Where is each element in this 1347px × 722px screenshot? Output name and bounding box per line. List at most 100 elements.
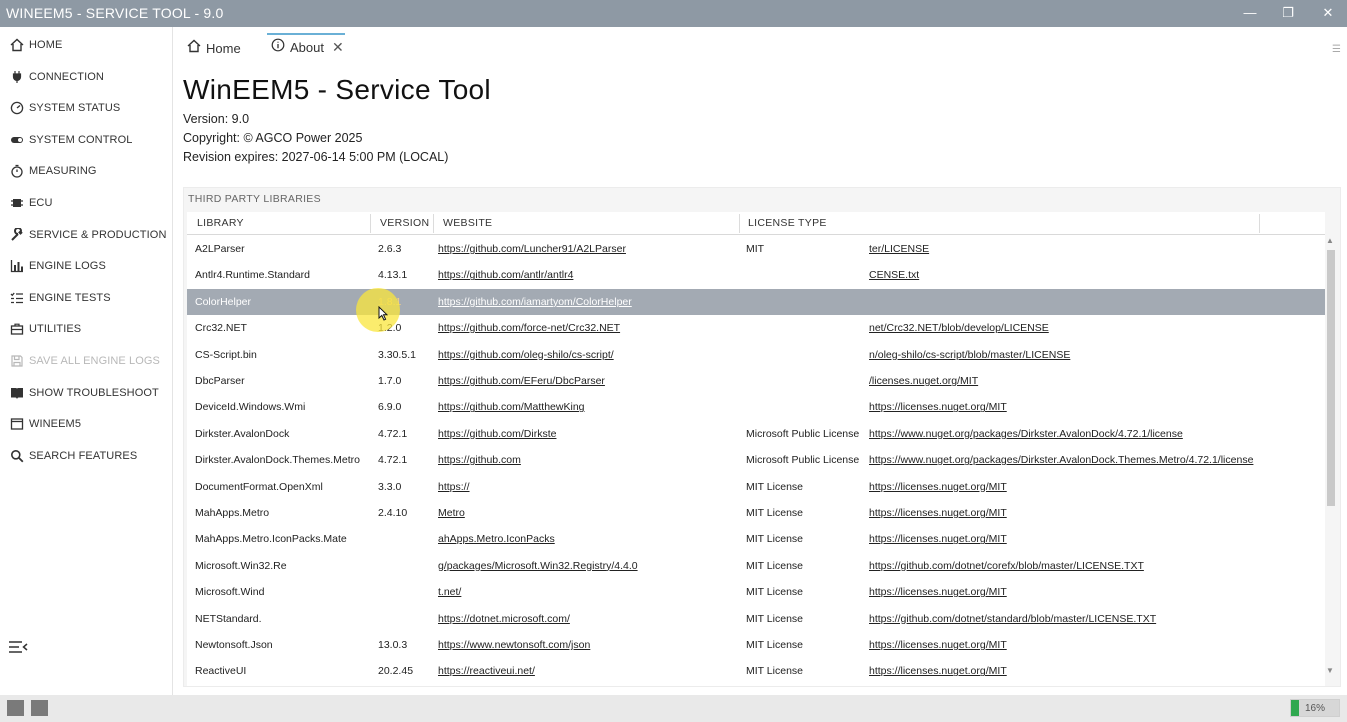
table-row[interactable]: Newtonsoft.Json 13.0.3 https://www.newtons…: [187, 632, 1325, 658]
library-name-cell: CS-Script.bin: [195, 348, 257, 361]
restore-button[interactable]: ❐: [1277, 3, 1299, 23]
website-link[interactable]: https://: [438, 481, 470, 493]
version-cell: 20.2.45: [378, 665, 414, 678]
website-link[interactable]: t.net/: [438, 586, 461, 598]
website-link[interactable]: https://github.com/Dirkste: [438, 428, 556, 440]
close-tab-icon[interactable]: ✕: [332, 39, 344, 56]
license-link[interactable]: https://www.nuget.org/packages/Dirkster.…: [869, 428, 1183, 440]
website-link[interactable]: Metro: [438, 507, 465, 519]
column-header-license-type[interactable]: LICENSE TYPE: [748, 217, 827, 229]
table-row[interactable]: DbcParser 1.7.0 https://github.com/EFeru/D…: [187, 368, 1325, 394]
license-type-cell: MIT License: [746, 559, 803, 572]
table-row[interactable]: A2LParser 2.6.3 https://github.com/Luncher…: [187, 236, 1325, 262]
status-indicator[interactable]: [7, 700, 24, 716]
table-row[interactable]: ReactiveUI 20.2.45 https://reactiveui.net/…: [187, 658, 1325, 684]
table-row[interactable]: CS-Script.bin 3.30.5.1 https://github.com/…: [187, 342, 1325, 368]
scroll-up-icon[interactable]: ▲: [1326, 236, 1334, 245]
sidebar-item-save-all-engine-logs[interactable]: SAVE ALL ENGINE LOGS: [0, 347, 173, 375]
sidebar-item-home[interactable]: HOME: [0, 31, 173, 59]
version-cell: 4.72.1: [378, 454, 408, 467]
website-link[interactable]: https://github.com/EFeru/DbcParser: [438, 375, 605, 387]
license-link[interactable]: https://licenses.nuget.org/MIT: [869, 481, 1007, 493]
website-link[interactable]: https://github.com/Luncher91/A2LParser: [438, 243, 626, 255]
license-type-cell: MIT License: [746, 533, 803, 546]
home-icon: [187, 39, 201, 58]
license-type-cell: MIT License: [746, 612, 803, 625]
sidebar-item-service-and-production[interactable]: SERVICE & PRODUCTION: [0, 221, 173, 249]
website-link[interactable]: https://github.com/iamartyom/ColorHelper: [438, 296, 632, 308]
sidebar-item-ecu[interactable]: ECU: [0, 189, 173, 217]
library-name-cell: DbcParser: [195, 375, 245, 387]
license-link[interactable]: CENSE.txt: [869, 269, 919, 281]
toggle-icon: [9, 132, 25, 148]
license-link[interactable]: n/oleg-shilo/cs-script/blob/master/LICEN…: [869, 349, 1070, 361]
license-link[interactable]: https://licenses.nuget.org/MIT: [869, 586, 1007, 598]
column-header-website[interactable]: WEBSITE: [443, 217, 492, 229]
table-row[interactable]: DeviceId.Windows.Wmi 6.9.0 https://github.…: [187, 394, 1325, 420]
website-link[interactable]: https://reactiveui.net/: [438, 665, 535, 677]
column-divider[interactable]: [370, 214, 371, 233]
status-indicator[interactable]: [31, 700, 48, 716]
table-row[interactable]: Dirkster.AvalonDock 4.72.1 https://github.…: [187, 421, 1325, 447]
sidebar-item-utilities[interactable]: UTILITIES: [0, 315, 173, 343]
sidebar-item-engine-logs[interactable]: ENGINE LOGS: [0, 252, 173, 280]
license-link[interactable]: https://licenses.nuget.org/MIT: [869, 507, 1007, 519]
license-link[interactable]: https://github.com/dotnet/standard/blob/…: [869, 613, 1156, 625]
minimize-button[interactable]: —: [1239, 3, 1261, 23]
title-bar: WINEEM5 - SERVICE TOOL - 9.0 — ❐ ✕: [0, 0, 1347, 27]
vertical-scrollbar[interactable]: ▲ ▼: [1325, 236, 1337, 680]
website-link[interactable]: https://dotnet.microsoft.com/: [438, 613, 570, 625]
sidebar-item-label: SHOW TROUBLESHOOT: [29, 386, 159, 399]
table-row[interactable]: Microsoft.Win32.Re g/packages/Microsoft.W…: [187, 553, 1325, 579]
license-link[interactable]: https://licenses.nuget.org/MIT: [869, 401, 1007, 413]
website-link[interactable]: https://github.com: [438, 454, 521, 466]
website-link[interactable]: ahApps.Metro.IconPacks: [438, 533, 555, 545]
column-header-version[interactable]: VERSION: [380, 217, 429, 229]
license-link[interactable]: https://licenses.nuget.org/MIT: [869, 533, 1007, 545]
collapse-sidebar-icon[interactable]: [8, 640, 28, 654]
scrollbar-thumb[interactable]: [1327, 250, 1335, 506]
sidebar-item-label: SEARCH FEATURES: [29, 449, 138, 462]
wrench-icon: [9, 227, 25, 243]
tab-about[interactable]: About ✕: [267, 33, 345, 59]
license-link[interactable]: https://licenses.nuget.org/MIT: [869, 639, 1007, 651]
website-link[interactable]: https://github.com/force-net/Crc32.NET: [438, 322, 620, 334]
tab-home[interactable]: Home: [187, 35, 241, 61]
sidebar-item-show-troubleshoot[interactable]: SHOW TROUBLESHOOT: [0, 379, 173, 407]
sidebar-item-system-control[interactable]: SYSTEM CONTROL: [0, 126, 173, 154]
website-link[interactable]: https://www.newtonsoft.com/json: [438, 639, 590, 651]
license-link[interactable]: https://www.nuget.org/packages/Dirkster.…: [869, 454, 1253, 466]
sidebar-item-connection[interactable]: CONNECTION: [0, 63, 173, 91]
sidebar-item-engine-tests[interactable]: ENGINE TESTS: [0, 284, 173, 312]
website-link[interactable]: https://github.com/oleg-shilo/cs-script/: [438, 349, 614, 361]
sidebar-item-label: ECU: [29, 197, 53, 209]
website-link[interactable]: g/packages/Microsoft.Win32.Registry/4.4.…: [438, 560, 638, 572]
sidebar-item-wineem5[interactable]: WINEEM5: [0, 410, 173, 438]
website-link[interactable]: https://github.com/antlr/antlr4: [438, 269, 573, 281]
column-divider[interactable]: [1259, 214, 1260, 233]
version-cell: 1.7.0: [378, 375, 402, 387]
sidebar-item-measuring[interactable]: MEASURING: [0, 157, 173, 185]
close-window-button[interactable]: ✕: [1317, 3, 1339, 23]
scroll-down-icon[interactable]: ▼: [1326, 666, 1334, 675]
table-row[interactable]: Antlr4.Runtime.Standard 4.13.1 https://git…: [187, 262, 1325, 288]
website-link[interactable]: https://github.com/MatthewKing: [438, 401, 585, 413]
license-link[interactable]: https://licenses.nuget.org/MIT: [869, 665, 1007, 677]
table-row[interactable]: Dirkster.AvalonDock.Themes.Metro 4.72.1 ht…: [187, 447, 1325, 473]
table-row[interactable]: MahApps.Metro.IconPacks.Mate ahApps.Metro…: [187, 526, 1325, 552]
table-row[interactable]: NETStandard. https://dotnet.microsoft.com…: [187, 606, 1325, 632]
license-type-cell: MIT License: [746, 480, 803, 493]
license-link[interactable]: /licenses.nuget.org/MIT: [869, 375, 978, 387]
table-row[interactable]: MahApps.Metro 2.4.10 Metro MIT License https…: [187, 500, 1325, 526]
tab-overflow-icon[interactable]: ☰: [1332, 44, 1341, 55]
column-header-library[interactable]: LIBRARY: [197, 217, 244, 229]
sidebar-item-search-features[interactable]: SEARCH FEATURES: [0, 442, 173, 470]
license-link[interactable]: net/Crc32.NET/blob/develop/LICENSE: [869, 322, 1049, 334]
license-link[interactable]: ter/LICENSE: [869, 243, 929, 255]
sidebar-item-system-status[interactable]: SYSTEM STATUS: [0, 94, 173, 122]
table-row[interactable]: DocumentFormat.OpenXml 3.3.0 https:// MIT L…: [187, 474, 1325, 500]
column-divider[interactable]: [433, 214, 434, 233]
license-link[interactable]: https://github.com/dotnet/corefx/blob/ma…: [869, 560, 1144, 572]
column-divider[interactable]: [739, 214, 740, 233]
table-row[interactable]: Microsoft.Wind t.net/MIT License https://l…: [187, 579, 1325, 605]
